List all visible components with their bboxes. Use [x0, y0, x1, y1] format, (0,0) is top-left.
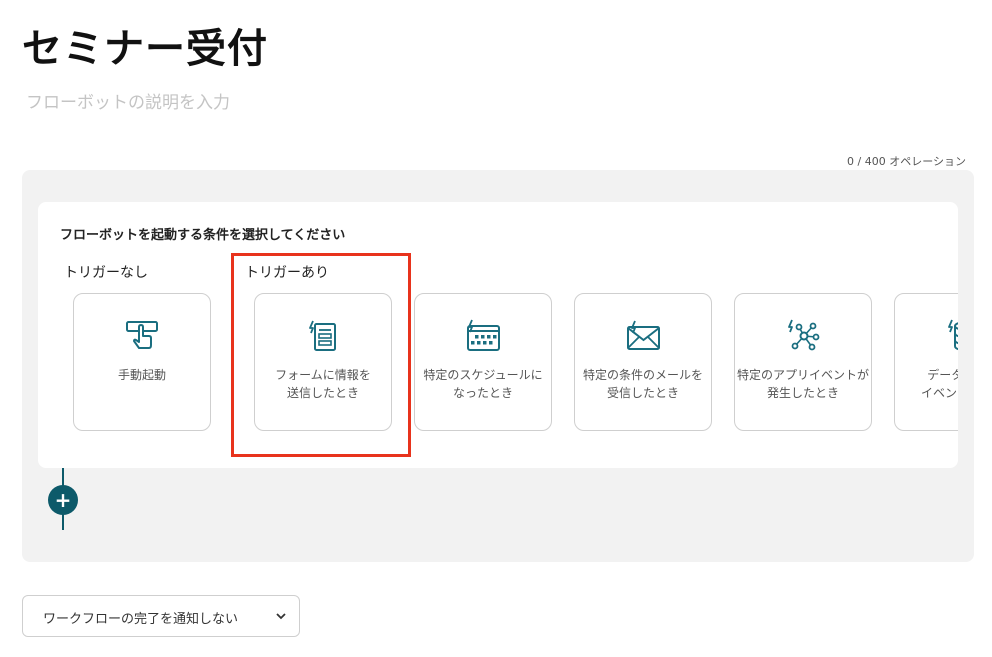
trigger-tile-database[interactable]: データベース イベントが発生: [894, 293, 958, 431]
trigger-tile-app-event[interactable]: 特定のアプリイベントが 発生したとき: [734, 293, 872, 431]
page-title[interactable]: セミナー受付: [22, 16, 268, 74]
trigger-tile-label: 特定の条件のメールを 受信したとき: [582, 368, 703, 400]
trigger-tile-mail[interactable]: 特定の条件のメールを 受信したとき: [574, 293, 712, 431]
app-event-icon: [788, 319, 820, 351]
calendar-icon: [467, 319, 500, 351]
description-input[interactable]: フローボットの説明を入力: [26, 88, 230, 113]
mail-icon: [627, 320, 660, 350]
trigger-tile-label: データベース イベントが発生: [920, 368, 958, 400]
trigger-card-heading: フローボットを起動する条件を選択してください: [60, 228, 346, 243]
trigger-tile-label: 特定のアプリイベントが 発生したとき: [736, 368, 869, 400]
trigger-tile-schedule[interactable]: 特定のスケジュールに なったとき: [414, 293, 552, 431]
trigger-tile-label: 特定のスケジュールに なったとき: [423, 368, 543, 400]
trigger-select-card: フローボットを起動する条件を選択してください トリガーなし トリガーあり 手動起…: [38, 202, 958, 468]
manual-press-icon: [126, 321, 158, 349]
group-label-no-trigger: トリガーなし: [64, 265, 148, 281]
notification-select[interactable]: ワークフローの完了を通知しない: [22, 595, 300, 637]
chevron-down-icon: [276, 613, 286, 620]
trigger-tile-label: 手動起動: [117, 368, 166, 382]
notification-select-value: ワークフローの完了を通知しない: [43, 612, 239, 627]
trigger-tile-manual[interactable]: 手動起動: [73, 293, 211, 431]
highlight-box: [231, 253, 411, 457]
add-step-button[interactable]: +: [48, 485, 78, 515]
operations-counter: 0 / 400 オペレーション: [847, 155, 966, 168]
database-icon: [948, 319, 958, 351]
